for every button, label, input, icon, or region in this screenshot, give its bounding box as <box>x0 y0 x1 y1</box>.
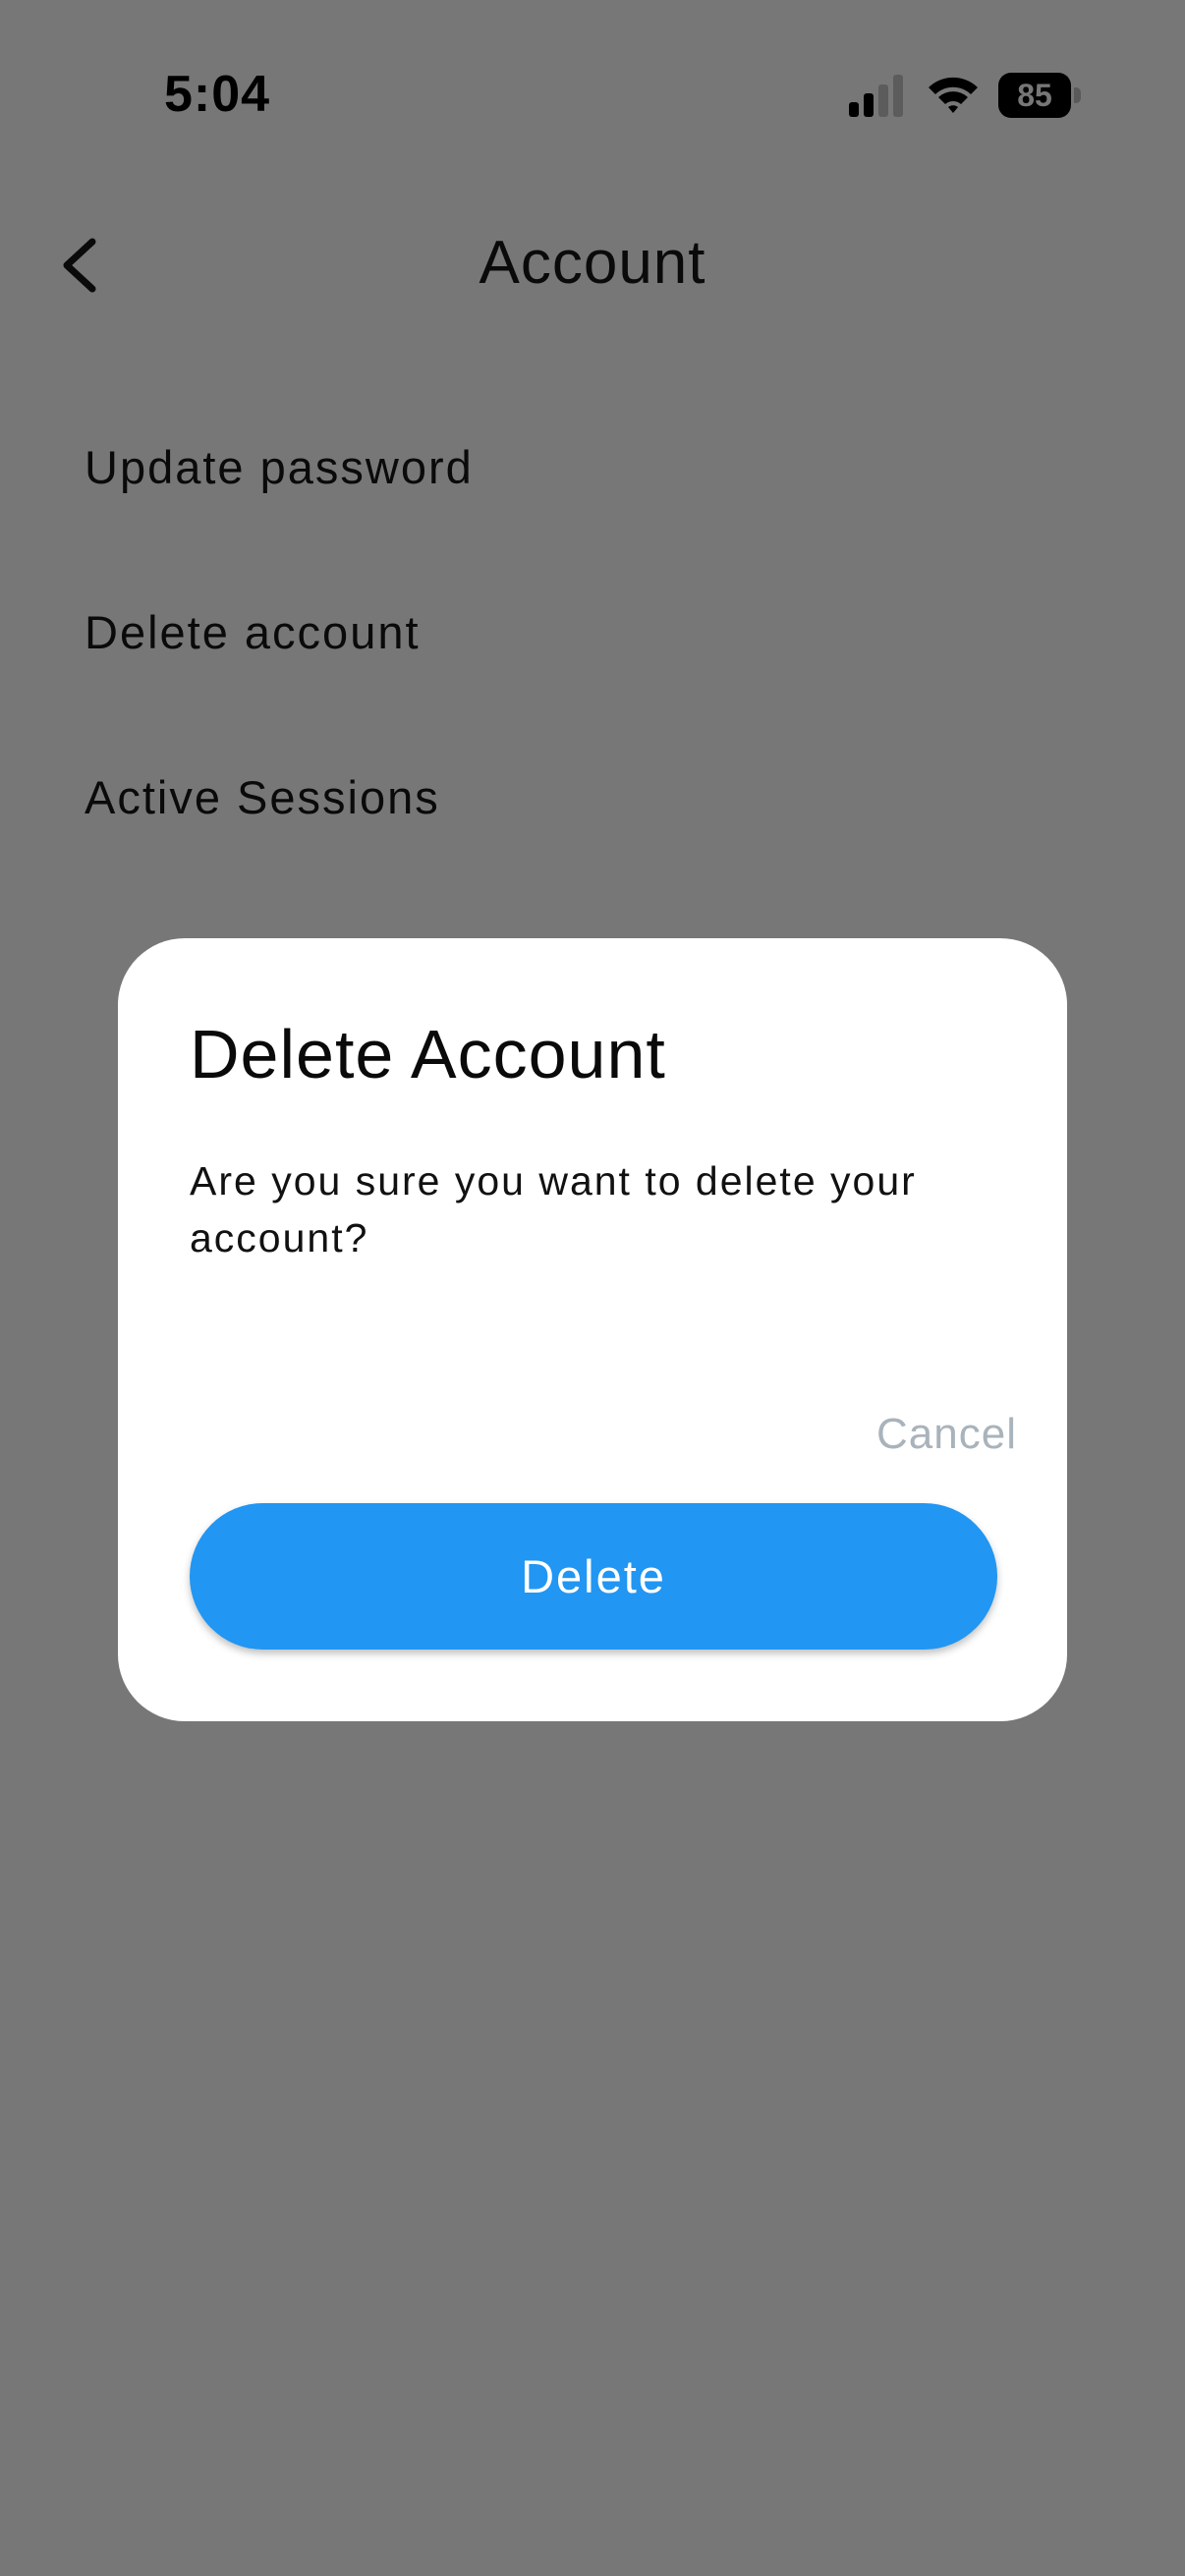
dialog-title: Delete Account <box>190 1016 666 1092</box>
cellular-signal-icon <box>849 75 903 117</box>
delete-account-dialog: Delete Account Are you sure you want to … <box>118 938 1067 1721</box>
menu-item-active-sessions[interactable]: Active Sessions <box>85 763 1106 832</box>
status-time: 5:04 <box>164 66 271 123</box>
delete-button[interactable]: Delete <box>190 1503 997 1650</box>
battery-icon: 85 <box>998 73 1081 118</box>
battery-level: 85 <box>1017 77 1052 113</box>
status-bar: 5:04 85 <box>0 0 1185 196</box>
wifi-icon <box>929 77 978 113</box>
cancel-button[interactable]: Cancel <box>801 1400 1017 1469</box>
menu-item-update-password[interactable]: Update password <box>85 433 1106 502</box>
page-title: Account <box>479 229 706 297</box>
menu-item-delete-account[interactable]: Delete account <box>85 598 1106 667</box>
battery-tip <box>1074 87 1081 103</box>
dialog-message: Are you sure you want to delete your acc… <box>190 1158 917 1260</box>
delete-button-label: Delete <box>521 1550 666 1602</box>
